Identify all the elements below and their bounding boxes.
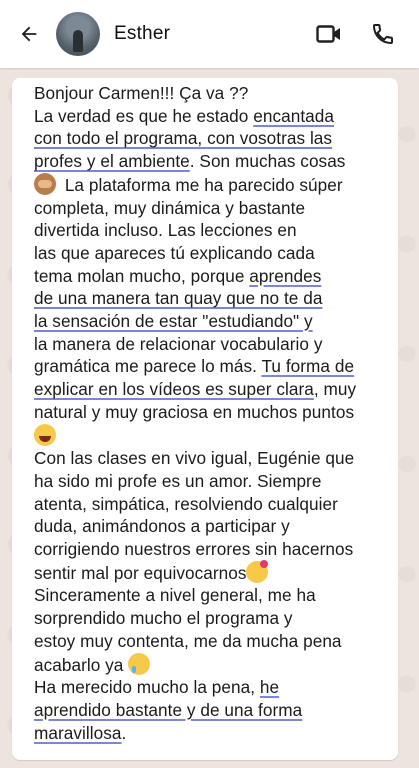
highlighted-text: aprendido bastante y de una forma	[34, 699, 303, 720]
highlighted-text: Tu forma de	[261, 356, 355, 377]
text-line: .	[121, 722, 127, 743]
arrow-left-icon[interactable]	[16, 21, 42, 47]
message-paragraph: Ha merecido mucho la pena, he aprendido …	[34, 676, 394, 744]
message-paragraph: Bonjour Carmen!!! Ça va ?? La verdad es …	[34, 82, 394, 447]
tears-of-joy-emoji-icon	[34, 423, 56, 446]
text-line: Con las clases en vivo igual, Eugénie qu…	[34, 448, 355, 469]
text-line: gramática me parece lo más.	[34, 356, 262, 377]
video-call-icon[interactable]	[315, 20, 343, 48]
text-line: tema molan mucho, porque	[34, 265, 250, 286]
highlighted-text: he	[259, 677, 280, 698]
highlighted-text: de una manera tan quay que no te da	[34, 288, 323, 309]
see-no-evil-monkey-emoji-icon	[34, 172, 56, 195]
text-line: sorprendido mucho el programa y	[34, 608, 293, 629]
message-paragraph: Con las clases en vivo igual, Eugénie qu…	[34, 447, 394, 584]
highlighted-text: maravillosa	[34, 722, 122, 743]
text-line: Ha merecido mucho la pena,	[34, 677, 260, 698]
text-line: la manera de relacionar vocabulario y	[34, 333, 323, 354]
avatar[interactable]	[56, 12, 100, 56]
text-line: natural y muy graciosa en muchos puntos	[34, 401, 355, 422]
phone-icon[interactable]	[369, 20, 397, 48]
text-line: corrigiendo nuestros errores sin hacerno…	[34, 539, 354, 560]
text-line: La plataforma me ha parecido súper	[60, 174, 343, 195]
highlighted-text: la sensación de estar "estudiando" y	[34, 311, 313, 332]
text-line: duda, animándonos a participar y	[34, 516, 290, 537]
highlighted-text: encantada	[253, 105, 334, 126]
text-line: completa, muy dinámica y bastante	[34, 197, 306, 218]
contact-name[interactable]: Esther	[114, 23, 170, 45]
text-line: las que apareces tú explicando cada	[34, 242, 315, 263]
text-line: acabarlo ya	[34, 654, 129, 675]
text-line: Bonjour Carmen!!! Ça va ??	[34, 83, 249, 103]
highlighted-text: aprendes	[249, 265, 322, 286]
text-line: . Son muchas cosas	[189, 151, 346, 172]
text-line: Sinceramente a nivel general, me ha	[34, 585, 316, 606]
text-line: estoy muy contenta, me da mucha pena	[34, 630, 342, 651]
message-text: Bonjour Carmen!!! Ça va ?? La verdad es …	[34, 82, 394, 744]
message-paragraph: Sinceramente a nivel general, me ha sorp…	[34, 584, 394, 676]
text-line: divertida incluso. Las lecciones en	[34, 220, 297, 241]
pleading-face-with-tear-emoji-icon	[128, 652, 151, 675]
highlighted-text: profes y el ambiente	[34, 151, 190, 172]
text-line: atenta, simpática, resolviendo cualquier	[34, 493, 338, 514]
text-line: sentir mal por equivocarnos	[34, 562, 247, 583]
text-line: La verdad es que he estado	[34, 105, 254, 126]
chat-header: Esther	[0, 0, 419, 68]
smiling-face-with-hearts-emoji-icon	[246, 559, 269, 583]
text-line: ha sido mi profe es un amor. Siempre	[34, 470, 322, 491]
text-line: , muy	[313, 379, 357, 400]
highlighted-text: con todo el programa, con vosotras las	[34, 128, 333, 149]
highlighted-text: explicar en los vídeos es super clara	[34, 379, 314, 400]
